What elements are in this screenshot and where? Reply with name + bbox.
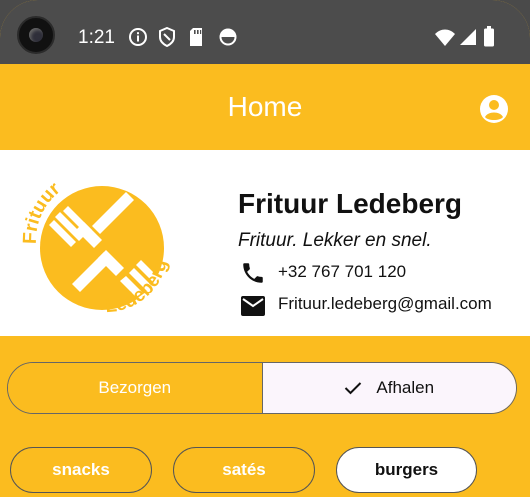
page-title: Home [227,91,303,122]
shop-name: Frituur Ledeberg [238,188,463,219]
frituur-ledeberg-logo: Frituur Ledeberg [14,162,182,335]
app-bar: Home [0,64,530,150]
status-time: 1:21 [78,27,115,48]
battery-icon [483,26,495,47]
category-chip-label: satés [222,460,266,479]
wifi-icon [434,29,456,47]
category-chip-label: snacks [52,460,110,479]
front-camera [17,16,55,54]
shop-phone[interactable]: +32 767 701 120 [278,262,406,282]
phone-screen: 1:21 Home Frituur Ledeberg Frituur Ledeb… [0,0,530,497]
phone-icon [240,260,266,291]
afhalen-label: Afhalen [376,378,435,397]
info-icon [128,27,148,47]
email-icon [240,295,266,322]
shop-email[interactable]: Frituur.ledeberg@gmail.com [278,294,492,314]
shield-icon [158,27,176,47]
check-icon [345,382,362,395]
cell-signal-icon [459,28,477,46]
sync-icon [218,27,238,47]
bezorgen-label: Bezorgen [98,378,172,397]
shop-slogan: Frituur. Lekker en snel. [238,230,432,251]
status-bar: 1:21 [0,0,530,64]
afhalen-segment[interactable]: Afhalen [262,363,516,413]
account-circle-icon[interactable] [479,94,509,129]
category-chip-label: burgers [374,460,439,479]
sd-card-icon [188,27,204,47]
category-chip-sates[interactable]: satés [173,447,315,493]
bezorgen-segment[interactable]: Bezorgen [8,363,263,413]
delivery-mode-toggle: Bezorgen Afhalen [7,362,517,414]
category-chip-snacks[interactable]: snacks [10,447,152,493]
category-chip-burgers[interactable]: burgers [336,447,477,493]
